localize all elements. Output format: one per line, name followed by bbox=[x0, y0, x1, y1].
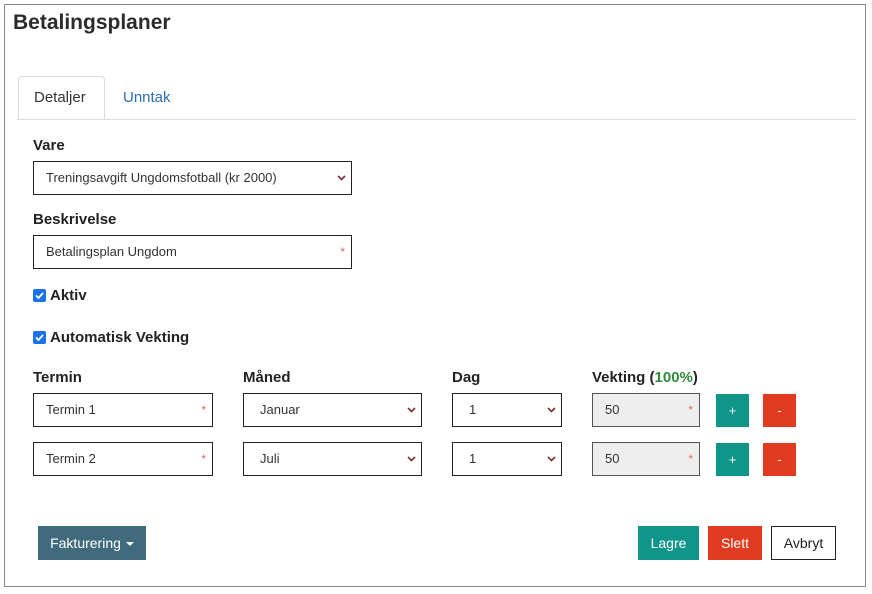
automatisk-vekting-label: Automatisk Vekting bbox=[50, 329, 190, 346]
vekting-input[interactable]: 50 * bbox=[592, 393, 700, 427]
dag-select[interactable]: 1 bbox=[452, 442, 562, 476]
aktiv-row: Aktiv bbox=[33, 287, 87, 304]
vekting-input[interactable]: 50 * bbox=[592, 442, 700, 476]
termin-header: Termin bbox=[33, 369, 82, 386]
add-term-button[interactable]: + bbox=[716, 394, 749, 427]
tab-unntak[interactable]: Unntak bbox=[108, 77, 186, 119]
maned-select-value: Januar bbox=[260, 402, 300, 417]
required-marker: * bbox=[201, 452, 206, 466]
beskrivelse-input[interactable]: Betalingsplan Ungdom * bbox=[33, 235, 352, 269]
termin-input-value: Termin 2 bbox=[46, 451, 96, 466]
chevron-down-icon bbox=[547, 454, 556, 463]
termin-input[interactable]: Termin 2 * bbox=[33, 442, 213, 476]
delete-button[interactable]: Slett bbox=[708, 526, 762, 560]
required-marker: * bbox=[688, 452, 693, 466]
termin-input[interactable]: Termin 1 * bbox=[33, 393, 213, 427]
page-title: Betalingsplaner bbox=[13, 11, 171, 34]
vekting-input-value: 50 bbox=[605, 402, 620, 417]
maned-header: Måned bbox=[243, 369, 291, 386]
chevron-down-icon bbox=[337, 173, 346, 182]
save-button[interactable]: Lagre bbox=[638, 526, 699, 560]
aktiv-label: Aktiv bbox=[50, 287, 87, 304]
vekting-input-value: 50 bbox=[605, 451, 620, 466]
beskrivelse-label: Beskrivelse bbox=[33, 211, 117, 228]
aktiv-checkbox[interactable] bbox=[33, 289, 46, 302]
required-marker: * bbox=[340, 245, 345, 259]
required-marker: * bbox=[201, 403, 206, 417]
beskrivelse-input-value: Betalingsplan Ungdom bbox=[46, 244, 177, 259]
tab-detaljer[interactable]: Detaljer bbox=[18, 76, 105, 120]
dag-select[interactable]: 1 bbox=[452, 393, 562, 427]
tab-divider bbox=[17, 119, 856, 120]
remove-term-button[interactable]: - bbox=[763, 443, 796, 476]
caret-down-icon bbox=[125, 542, 134, 547]
dag-select-value: 1 bbox=[469, 402, 477, 417]
automatisk-vekting-checkbox[interactable] bbox=[33, 331, 46, 344]
vekting-close-paren: ) bbox=[692, 369, 698, 386]
cancel-button[interactable]: Avbryt bbox=[771, 526, 836, 560]
termin-input-value: Termin 1 bbox=[46, 402, 96, 417]
vare-select[interactable]: Treningsavgift Ungdomsfotball (kr 2000) bbox=[33, 161, 352, 195]
automatisk-vekting-row: Automatisk Vekting bbox=[33, 329, 189, 346]
vekting-header-label: Vekting bbox=[592, 369, 646, 386]
dag-select-value: 1 bbox=[469, 451, 477, 466]
fakturering-label: Fakturering bbox=[50, 535, 121, 551]
dag-header: Dag bbox=[452, 369, 481, 386]
vare-label: Vare bbox=[33, 137, 65, 154]
chevron-down-icon bbox=[407, 405, 416, 414]
maned-select[interactable]: Juli bbox=[243, 442, 422, 476]
vekting-total: 100% bbox=[654, 369, 693, 386]
maned-select-value: Juli bbox=[260, 451, 280, 466]
vekting-header: Vekting (100%) bbox=[592, 369, 698, 386]
required-marker: * bbox=[688, 403, 693, 417]
maned-select[interactable]: Januar bbox=[243, 393, 422, 427]
chevron-down-icon bbox=[547, 405, 556, 414]
add-term-button[interactable]: + bbox=[716, 443, 749, 476]
remove-term-button[interactable]: - bbox=[763, 394, 796, 427]
vare-select-value: Treningsavgift Ungdomsfotball (kr 2000) bbox=[46, 170, 277, 185]
chevron-down-icon bbox=[407, 454, 416, 463]
fakturering-dropdown-button[interactable]: Fakturering bbox=[38, 526, 146, 560]
